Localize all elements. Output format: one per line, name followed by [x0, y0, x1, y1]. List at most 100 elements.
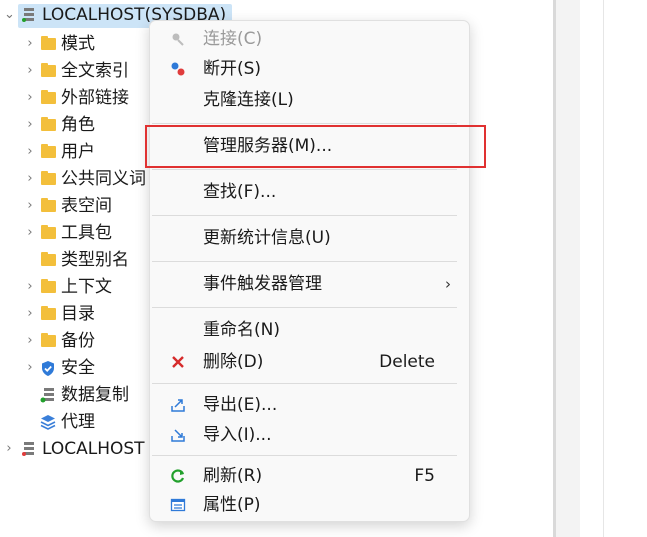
tree-item-label: 目录 — [61, 304, 95, 324]
chevron-right-icon[interactable]: › — [25, 220, 35, 246]
folder-icon — [41, 63, 56, 77]
folder-icon — [41, 171, 56, 185]
chevron-right-icon[interactable]: › — [25, 139, 35, 165]
disconnect-icon — [171, 62, 185, 76]
shortcut-key: F5 — [414, 466, 435, 486]
menu-separator — [152, 307, 457, 308]
chevron-right-icon[interactable]: › — [25, 58, 35, 84]
tree-item-backup[interactable]: › 备份 — [0, 328, 150, 354]
refresh-icon — [171, 469, 185, 483]
menu-item-connect[interactable]: 连接(C) — [150, 24, 469, 54]
menu-separator — [152, 123, 457, 124]
menu-item-label: 连接(C) — [203, 29, 263, 49]
tree-item-label: 模式 — [61, 34, 95, 54]
shield-icon — [42, 361, 54, 376]
tree-item-agent[interactable]: 代理 — [0, 409, 150, 435]
tree-item-fulltext-index[interactable]: › 全文索引 — [0, 58, 150, 84]
tree-item-public-synonyms[interactable]: › 公共同义词 — [0, 166, 150, 192]
tree-item-label: 上下文 — [61, 277, 112, 297]
menu-item-export[interactable]: 导出(E)... — [150, 390, 469, 420]
folder-icon — [41, 117, 56, 131]
tree-item-external-link[interactable]: › 外部链接 — [0, 85, 150, 111]
menu-item-label: 断开(S) — [203, 59, 262, 79]
tree-item-label: 类型别名 — [61, 250, 129, 270]
tree-item-label: 工具包 — [61, 223, 112, 243]
chevron-right-icon[interactable]: › — [25, 274, 35, 300]
tree-item-label: 公共同义词 — [61, 169, 146, 189]
tree-item-schema[interactable]: › 模式 — [0, 31, 150, 57]
database-connected-icon — [22, 8, 34, 22]
tree-root-label: LOCALHOST — [42, 439, 145, 459]
menu-item-label: 刷新(R) — [203, 466, 263, 486]
menu-item-label: 事件触发器管理 — [203, 274, 322, 294]
chevron-right-icon[interactable]: › — [25, 31, 35, 57]
tree-item-type-alias[interactable]: 类型别名 — [0, 247, 150, 273]
menu-separator — [152, 383, 457, 384]
folder-icon — [41, 333, 56, 347]
tree-root-localhost[interactable]: › LOCALHOST — [0, 436, 150, 462]
import-icon — [171, 429, 185, 442]
menu-item-label: 删除(D) — [203, 352, 264, 372]
chevron-right-icon[interactable]: › — [25, 328, 35, 354]
highlight-box — [145, 125, 486, 168]
menu-item-disconnect[interactable]: 断开(S) — [150, 54, 469, 84]
tree-item-label: 外部链接 — [61, 88, 129, 108]
menu-separator — [152, 215, 457, 216]
menu-item-delete[interactable]: 删除(D) Delete — [150, 347, 469, 377]
chevron-right-icon[interactable]: › — [25, 112, 35, 138]
tree-item-toolkits[interactable]: › 工具包 — [0, 220, 150, 246]
menu-item-label: 更新统计信息(U) — [203, 228, 331, 248]
chevron-right-icon: › — [445, 275, 451, 293]
tree-item-security[interactable]: › 安全 — [0, 355, 150, 381]
shortcut-key: Delete — [379, 352, 435, 372]
menu-separator — [152, 261, 457, 262]
chevron-right-icon[interactable]: › — [25, 193, 35, 219]
tree-item-label: 角色 — [61, 115, 95, 135]
chevron-right-icon[interactable]: › — [25, 355, 35, 381]
tree-item-label: 用户 — [61, 142, 95, 162]
tree-item-context[interactable]: › 上下文 — [0, 274, 150, 300]
folder-icon — [41, 225, 56, 239]
menu-item-label: 属性(P) — [203, 495, 261, 515]
menu-item-update-stats[interactable]: 更新统计信息(U) — [150, 223, 469, 253]
menu-item-label: 查找(F)... — [203, 182, 277, 202]
folder-icon — [41, 252, 56, 266]
folder-icon — [41, 90, 56, 104]
menu-separator — [152, 455, 457, 456]
tree-item-users[interactable]: › 用户 — [0, 139, 150, 165]
right-pane-border — [603, 0, 604, 537]
chevron-down-icon[interactable]: ⌄ — [4, 2, 15, 28]
tree-item-label: 安全 — [61, 358, 95, 378]
tree-item-label: 全文索引 — [61, 61, 129, 81]
delete-x-icon — [172, 356, 184, 368]
right-pane — [556, 0, 580, 537]
tree-item-label: 代理 — [61, 412, 95, 432]
menu-separator — [152, 169, 457, 170]
folder-icon — [41, 36, 56, 50]
menu-item-event-trigger[interactable]: 事件触发器管理 › — [150, 269, 469, 299]
chevron-right-icon[interactable]: › — [25, 301, 35, 327]
replication-icon — [40, 388, 54, 403]
menu-item-find[interactable]: 查找(F)... — [150, 177, 469, 207]
menu-item-properties[interactable]: 属性(P) — [150, 490, 469, 520]
tree-item-tablespaces[interactable]: › 表空间 — [0, 193, 150, 219]
menu-item-label: 导入(I)... — [203, 425, 272, 445]
export-icon — [171, 399, 185, 412]
menu-item-rename[interactable]: 重命名(N) — [150, 315, 469, 345]
menu-item-clone-connect[interactable]: 克隆连接(L) — [150, 85, 469, 115]
menu-item-import[interactable]: 导入(I)... — [150, 420, 469, 450]
chevron-right-icon[interactable]: › — [4, 436, 14, 462]
tree-item-roles[interactable]: › 角色 — [0, 112, 150, 138]
connect-icon — [172, 33, 184, 46]
menu-item-label: 重命名(N) — [203, 320, 280, 340]
folder-icon — [41, 198, 56, 212]
context-menu: 连接(C) 断开(S) 克隆连接(L) 管理服务器(M)... 查找(F)...… — [149, 20, 470, 522]
chevron-right-icon[interactable]: › — [25, 166, 35, 192]
chevron-right-icon[interactable]: › — [25, 85, 35, 111]
menu-item-label: 克隆连接(L) — [203, 90, 294, 110]
folder-icon — [41, 306, 56, 320]
folder-icon — [41, 144, 56, 158]
menu-item-refresh[interactable]: 刷新(R) F5 — [150, 461, 469, 491]
tree-item-replication[interactable]: 数据复制 — [0, 382, 150, 408]
tree-item-directory[interactable]: › 目录 — [0, 301, 150, 327]
